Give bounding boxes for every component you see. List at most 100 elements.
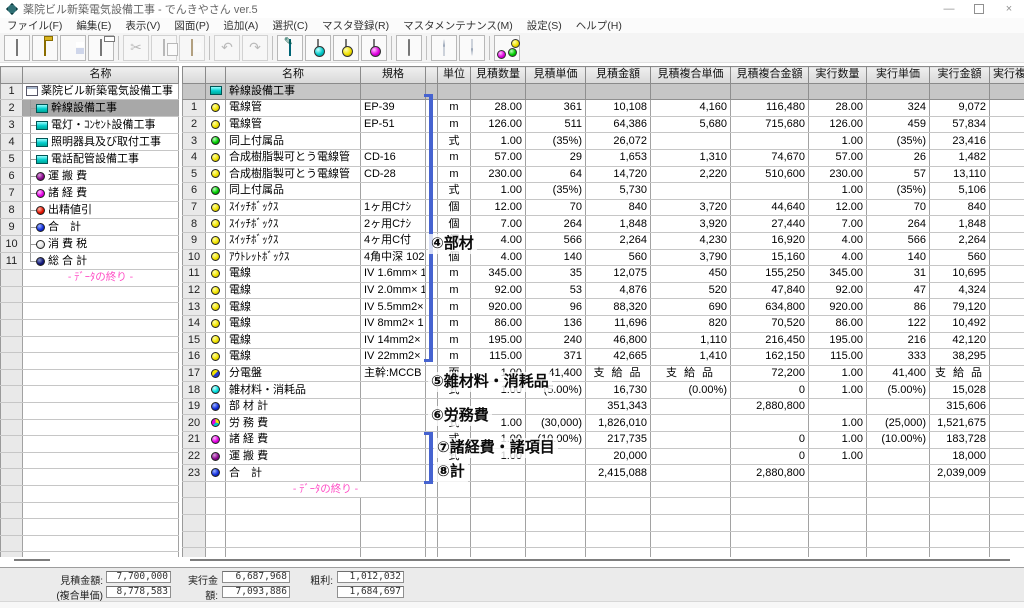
group-row-cell[interactable] — [586, 83, 651, 100]
tree-item-9[interactable]: 合 計 — [23, 219, 179, 236]
cell-est-comp-price[interactable]: 1,410 — [651, 349, 731, 366]
open-button[interactable] — [32, 35, 58, 61]
print-button[interactable] — [88, 35, 114, 61]
cell-act-price[interactable]: 333 — [867, 349, 930, 366]
cell-est-amount[interactable]: 12,075 — [586, 266, 651, 283]
row-number[interactable]: 13 — [183, 299, 206, 316]
cell-act-amount[interactable]: 42,120 — [930, 332, 990, 349]
cell-est-amount[interactable]: 1,826,010 — [586, 415, 651, 432]
cell-act-qty[interactable] — [809, 465, 867, 482]
cell-est-comp-price[interactable] — [651, 183, 731, 200]
row-number[interactable]: 23 — [183, 465, 206, 482]
cell-spec[interactable] — [361, 465, 426, 482]
group-row-cell[interactable] — [471, 83, 526, 100]
tree-horizontal-scrollbar[interactable] — [14, 559, 50, 561]
move-down-button[interactable] — [459, 35, 485, 61]
row-number[interactable]: 3 — [183, 133, 206, 150]
cell-spec[interactable]: IV 14mm2× — [361, 332, 426, 349]
menu-item-8[interactable]: マスタメンテナンス(M) — [396, 18, 520, 33]
cell-name[interactable]: 同上付属品 — [226, 183, 361, 200]
row-number[interactable]: 10 — [183, 249, 206, 266]
cell-act-comp[interactable] — [990, 133, 1024, 150]
row-number[interactable]: 4 — [183, 149, 206, 166]
cell-spec[interactable] — [361, 448, 426, 465]
cell-unit[interactable]: m — [438, 282, 471, 299]
cell-est-amount[interactable]: 10,108 — [586, 100, 651, 117]
cell-spec[interactable] — [361, 415, 426, 432]
cell-act-amount[interactable]: 79,120 — [930, 299, 990, 316]
cell-est-comp-price[interactable]: 3,790 — [651, 249, 731, 266]
cell-est-amount[interactable]: 351,343 — [586, 398, 651, 415]
cell-act-amount[interactable]: 9,072 — [930, 100, 990, 117]
close-button[interactable]: × — [994, 0, 1024, 18]
cell-est-qty[interactable]: 345.00 — [471, 266, 526, 283]
column-header-act-price[interactable]: 実行単価 — [867, 67, 930, 84]
cell-est-comp-amount[interactable]: 74,670 — [731, 149, 809, 166]
cell-act-price[interactable]: 57 — [867, 166, 930, 183]
cell-est-price[interactable]: (35%) — [526, 183, 586, 200]
cell-est-amount[interactable]: 560 — [586, 249, 651, 266]
cell-name[interactable]: 電線 — [226, 315, 361, 332]
cell-est-amount[interactable]: 26,072 — [586, 133, 651, 150]
cell-act-comp[interactable] — [990, 299, 1024, 316]
cell-act-price[interactable]: (35%) — [867, 183, 930, 200]
group-row-cell[interactable] — [651, 83, 731, 100]
cell-act-amount[interactable]: 10,492 — [930, 315, 990, 332]
cell-unit[interactable]: m — [438, 149, 471, 166]
cell-est-comp-amount[interactable] — [731, 183, 809, 200]
row-icon-cell[interactable] — [206, 100, 226, 117]
cell-act-price[interactable]: 324 — [867, 100, 930, 117]
cell-act-qty[interactable]: 1.00 — [809, 183, 867, 200]
row-icon-cell[interactable] — [206, 398, 226, 415]
cell-act-qty[interactable]: 4.00 — [809, 232, 867, 249]
row-icon-cell[interactable] — [206, 432, 226, 449]
cell-act-amount[interactable]: 支 給 品 — [930, 365, 990, 382]
cell-act-qty[interactable]: 126.00 — [809, 116, 867, 133]
row-number[interactable]: 19 — [183, 398, 206, 415]
cell-unit[interactable]: m — [438, 116, 471, 133]
row-icon-cell[interactable] — [206, 183, 226, 200]
cell-act-amount[interactable]: 1,482 — [930, 149, 990, 166]
group-row-cell[interactable] — [867, 83, 930, 100]
cell-act-price[interactable]: 31 — [867, 266, 930, 283]
cell-act-comp[interactable] — [990, 448, 1024, 465]
cell-est-qty[interactable]: 230.00 — [471, 166, 526, 183]
cell-est-comp-amount[interactable]: 0 — [731, 382, 809, 399]
cell-act-price[interactable]: (25,000) — [867, 415, 930, 432]
cell-act-qty[interactable]: 12.00 — [809, 199, 867, 216]
cell-est-amount[interactable]: 20,000 — [586, 448, 651, 465]
cell-spec[interactable]: IV 8mm2× 1 — [361, 315, 426, 332]
cell-est-comp-price[interactable]: 3,920 — [651, 216, 731, 233]
tree-row-number[interactable]: 6 — [1, 168, 23, 185]
tree-item-3[interactable]: 電灯・ｺﾝｾﾝﾄ設備工事 — [23, 117, 179, 134]
cell-act-price[interactable]: 566 — [867, 232, 930, 249]
cell-est-price[interactable]: (35%) — [526, 133, 586, 150]
cell-spec[interactable]: 4角中深 102×54 — [361, 249, 426, 266]
tree-item-4[interactable]: 照明器具及び取付工事 — [23, 134, 179, 151]
cell-act-qty[interactable]: 1.00 — [809, 415, 867, 432]
menu-item-9[interactable]: 設定(S) — [520, 18, 569, 33]
cell-est-comp-amount[interactable]: 16,920 — [731, 232, 809, 249]
cell-act-price[interactable]: 41,400 — [867, 365, 930, 382]
cell-est-qty[interactable]: 12.00 — [471, 199, 526, 216]
cell-act-price[interactable]: 47 — [867, 282, 930, 299]
cell-spec[interactable]: IV 1.6mm× 1 — [361, 266, 426, 283]
cell-spec[interactable]: EP-51 — [361, 116, 426, 133]
main-horizontal-scrollbar[interactable] — [190, 559, 1010, 561]
column-header-act-qty[interactable]: 実行数量 — [809, 67, 867, 84]
cell-spec[interactable] — [361, 432, 426, 449]
cell-unit[interactable]: 個 — [438, 199, 471, 216]
cell-act-qty[interactable]: 195.00 — [809, 332, 867, 349]
cell-est-comp-price[interactable]: 520 — [651, 282, 731, 299]
cell-act-comp[interactable] — [990, 382, 1024, 399]
row-number[interactable]: 11 — [183, 266, 206, 283]
cell-name[interactable]: 労 務 費 — [226, 415, 361, 432]
cell-unit[interactable]: m — [438, 299, 471, 316]
column-header-act-amount[interactable]: 実行金額 — [930, 67, 990, 84]
cell-spec[interactable]: IV 5.5mm2× 1 — [361, 299, 426, 316]
cell-est-comp-price[interactable]: 450 — [651, 266, 731, 283]
cell-est-comp-amount[interactable]: 70,520 — [731, 315, 809, 332]
column-header-name[interactable]: 名称 — [226, 67, 361, 84]
cell-act-comp[interactable] — [990, 216, 1024, 233]
cell-est-qty[interactable]: 115.00 — [471, 349, 526, 366]
